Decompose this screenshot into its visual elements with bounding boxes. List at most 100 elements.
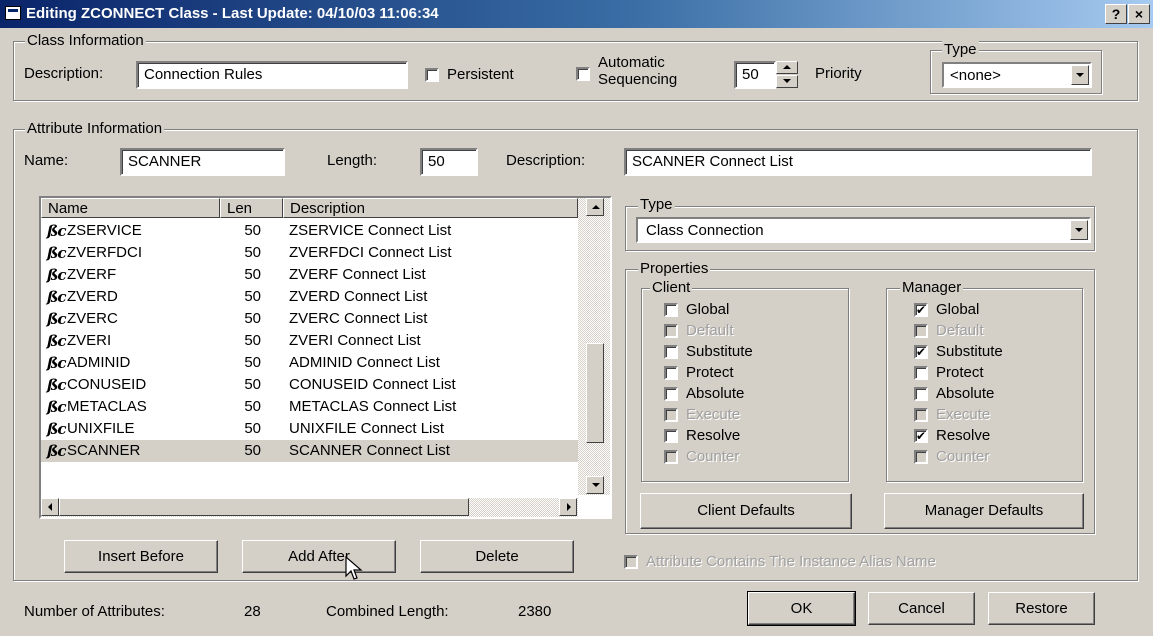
list-item[interactable]: ßc CONUSEID 50 CONUSEID Connect List [41,374,578,396]
list-item-len: 50 [244,310,261,327]
attr-description-label: Description: [506,152,586,169]
client-substitute-row[interactable]: Substitute [664,341,753,362]
priority-spin-up-button[interactable] [776,61,798,74]
scroll-left-button[interactable] [41,498,59,516]
client-resolve-row[interactable]: Resolve [664,425,753,446]
manager-substitute-row[interactable]: ✔ Substitute [914,341,1003,362]
client-counter-label: Counter [686,448,740,465]
manager-default-checkbox [914,323,928,338]
client-substitute-checkbox[interactable] [664,344,678,359]
client-resolve-checkbox[interactable] [664,428,678,443]
manager-execute-checkbox [914,407,928,422]
automatic-sequencing-checkbox[interactable] [576,67,590,81]
checkmark-icon: ✔ [916,302,927,317]
priority-input[interactable]: 50 [734,61,776,89]
attr-type-value: Class Connection [646,222,764,239]
scroll-right-button[interactable] [559,498,577,516]
manager-resolve-checkbox[interactable]: ✔ [914,428,928,443]
cancel-button[interactable]: Cancel [868,592,975,625]
class-description-input[interactable]: Connection Rules [136,61,408,89]
manager-default-label: Default [936,322,984,339]
persistent-checkbox[interactable] [425,67,439,82]
client-substitute-label: Substitute [686,343,753,360]
list-item[interactable]: ßc ADMINID 50 ADMINID Connect List [41,352,578,374]
close-button[interactable]: × [1128,4,1150,24]
restore-button[interactable]: Restore [988,592,1095,625]
manager-defaults-button[interactable]: Manager Defaults [884,493,1084,529]
attributes-list[interactable]: Name Len Description ßc ZSERVICE 50 ZSERVIC… [39,196,612,519]
manager-protect-row[interactable]: Protect [914,362,1003,383]
attr-type-dropdown-button[interactable] [1070,220,1088,240]
window-app-icon[interactable] [5,6,21,20]
title-bar[interactable]: Editing ZCONNECT Class - Last Update: 04… [0,0,1153,28]
list-item[interactable]: ßc ZVERC 50 ZVERC Connect List [41,308,578,330]
manager-absolute-checkbox[interactable] [914,386,928,401]
manager-global-checkbox[interactable]: ✔ [914,302,928,317]
combined-length-label: Combined Length: [326,603,449,620]
list-item-len: 50 [244,266,261,283]
list-vertical-scrollbar[interactable] [578,198,610,495]
manager-legend: Manager [900,279,964,296]
scroll-h-thumb[interactable] [59,498,469,516]
client-absolute-row[interactable]: Absolute [664,383,753,404]
persistent-checkbox-row[interactable]: Persistent [425,64,514,85]
list-item[interactable]: ßc ZVERFDCI 50 ZVERFDCI Connect List [41,242,578,264]
list-item[interactable]: ßc ZVERI 50 ZVERI Connect List [41,330,578,352]
list-item-description: CONUSEID Connect List [289,376,456,393]
class-connection-icon: ßc [47,266,67,284]
checkmark-icon: ✔ [916,428,927,443]
manager-resolve-row[interactable]: ✔ Resolve [914,425,1003,446]
attr-length-label: Length: [327,152,378,169]
attr-description-input[interactable]: SCANNER Connect List [624,148,1092,176]
class-description-label: Description: [24,65,104,82]
scroll-thumb[interactable] [586,343,604,443]
help-button[interactable]: ? [1105,4,1127,24]
manager-counter-row: Counter [914,446,1003,467]
manager-absolute-row[interactable]: Absolute [914,383,1003,404]
list-horizontal-scrollbar[interactable] [41,498,578,517]
client-protect-checkbox[interactable] [664,365,678,380]
class-type-combo[interactable]: <none> [942,62,1092,88]
persistent-label: Persistent [447,66,514,83]
client-global-checkbox[interactable] [664,302,678,317]
manager-global-row[interactable]: ✔ Global [914,299,1003,320]
column-header-description[interactable]: Description [283,198,578,218]
scroll-up-button[interactable] [586,198,604,216]
priority-spin-down-button[interactable] [776,75,798,88]
priority-label: Priority [815,65,862,82]
client-execute-checkbox [664,407,678,422]
client-protect-row[interactable]: Protect [664,362,753,383]
window-title: Editing ZCONNECT Class - Last Update: 04… [26,5,439,22]
manager-protect-checkbox[interactable] [914,365,928,380]
alias-checkbox[interactable] [624,554,638,569]
automatic-sequencing-label: Automatic Sequencing [598,54,677,88]
list-item[interactable]: ßc METACLAS 50 METACLAS Connect List [41,396,578,418]
attr-length-input[interactable]: 50 [420,148,478,176]
list-item-len: 50 [244,222,261,239]
attr-type-combo[interactable]: Class Connection [636,217,1091,243]
list-item[interactable]: ßc UNIXFILE 50 UNIXFILE Connect List [41,418,578,440]
list-item[interactable]: ßc ZSERVICE 50 ZSERVICE Connect List [41,220,578,242]
scroll-down-button[interactable] [586,476,604,494]
list-item[interactable]: ßc SCANNER 50 SCANNER Connect List [41,440,578,462]
list-item[interactable]: ßc ZVERD 50 ZVERD Connect List [41,286,578,308]
client-global-label: Global [686,301,730,318]
list-item[interactable]: ßc ZVERF 50 ZVERF Connect List [41,264,578,286]
delete-button[interactable]: Delete [420,540,574,573]
ok-button[interactable]: OK [747,591,856,626]
class-type-value: <none> [950,67,1001,84]
attr-name-input[interactable]: SCANNER [120,148,285,176]
manager-substitute-checkbox[interactable]: ✔ [914,344,928,359]
list-item-description: ZVERI Connect List [289,332,421,349]
client-default-checkbox [664,323,678,338]
class-type-dropdown-button[interactable] [1071,65,1089,85]
client-absolute-checkbox[interactable] [664,386,678,401]
column-header-name[interactable]: Name [41,198,220,218]
insert-before-button[interactable]: Insert Before [64,540,218,573]
column-header-len[interactable]: Len [220,198,283,218]
add-after-button[interactable]: Add After [242,540,396,573]
client-defaults-button[interactable]: Client Defaults [640,493,852,529]
client-global-row[interactable]: Global [664,299,753,320]
alias-checkbox-row[interactable]: Attribute Contains The Instance Alias Na… [624,551,936,572]
client-counter-checkbox [664,449,678,464]
